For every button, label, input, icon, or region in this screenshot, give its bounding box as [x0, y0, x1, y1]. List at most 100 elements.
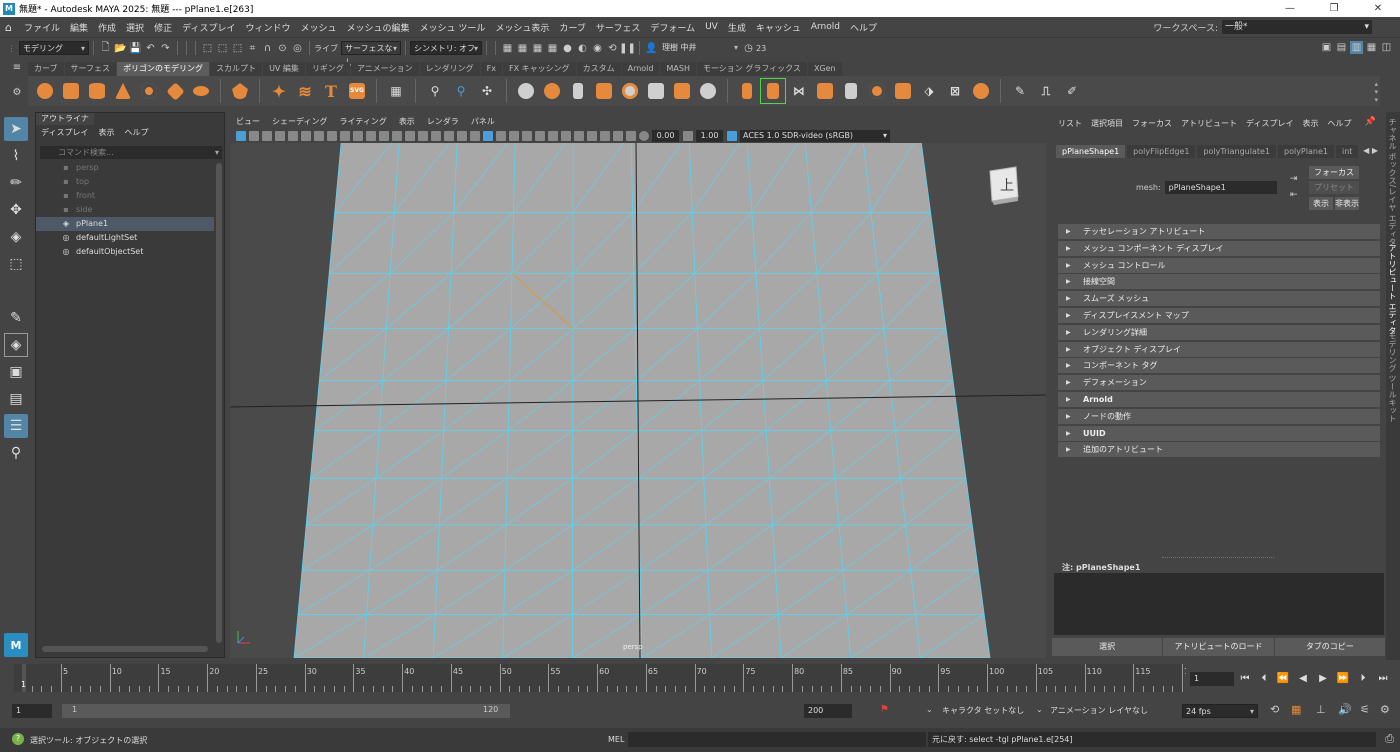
- focus-button[interactable]: フォーカス: [1309, 166, 1359, 179]
- outliner-layout-icon[interactable]: ☰: [4, 414, 28, 438]
- loop-icon[interactable]: ⟲: [1270, 703, 1279, 716]
- frame-all-icon[interactable]: [599, 130, 610, 141]
- mel-language-toggle[interactable]: MEL: [608, 735, 624, 744]
- bevel-icon[interactable]: [760, 78, 786, 104]
- shelf-tab-custom[interactable]: カスタム: [576, 62, 621, 76]
- shelf-tab-animation[interactable]: アニメーション: [350, 62, 419, 76]
- modeling-toolkit-toggle-icon[interactable]: ▣: [1320, 41, 1333, 54]
- ae-menu-selected[interactable]: 選択項目: [1091, 118, 1123, 129]
- viewcube[interactable]: 上: [986, 165, 1022, 205]
- shelf-tab-motion-graphics[interactable]: モーション グラフィックス: [696, 62, 807, 76]
- ae-menu-show[interactable]: 表示: [1302, 118, 1318, 129]
- lasso-tool-icon[interactable]: ⌇: [4, 144, 28, 168]
- open-scene-icon[interactable]: 📂: [114, 42, 127, 55]
- poly-plane-icon[interactable]: [163, 79, 187, 103]
- viewport-menu-view[interactable]: ビュー: [236, 116, 260, 127]
- wireframe-icon[interactable]: [378, 130, 389, 141]
- undo-icon[interactable]: ↶: [144, 42, 157, 55]
- poly-disc-icon[interactable]: [189, 79, 213, 103]
- sweep-mesh-icon[interactable]: ≋: [293, 79, 317, 103]
- ae-section-0[interactable]: テッセレーション アトリビュート: [1058, 224, 1380, 239]
- ae-section-4[interactable]: スムーズ メッシュ: [1058, 291, 1380, 307]
- move-tool-icon[interactable]: ✥: [4, 198, 28, 222]
- paint-weights-icon[interactable]: [969, 79, 993, 103]
- select-tool-icon[interactable]: ➤: [4, 117, 28, 141]
- maximize-icon[interactable]: ❐: [1312, 0, 1356, 17]
- menu-file[interactable]: ファイル: [19, 21, 65, 34]
- render-icon[interactable]: ▦: [501, 42, 514, 55]
- bookmark-icon[interactable]: [248, 130, 259, 141]
- outliner-item-top[interactable]: ▪ top: [36, 175, 214, 189]
- outliner-item-defaultobjectset[interactable]: ◎ defaultObjectSet: [36, 245, 214, 259]
- new-scene-icon[interactable]: 🗋: [99, 42, 112, 55]
- shelf-tab-xgen[interactable]: XGen: [807, 62, 842, 76]
- ipr-render-icon[interactable]: ▦: [531, 42, 544, 55]
- textured-icon[interactable]: [417, 130, 428, 141]
- script-editor-icon[interactable]: ⎙: [1385, 732, 1394, 746]
- poly-cylinder-icon[interactable]: [85, 79, 109, 103]
- mesh-bridge-icon[interactable]: [644, 79, 668, 103]
- outliner-item-side[interactable]: ▪ side: [36, 203, 214, 217]
- viewport-menu-shading[interactable]: シェーディング: [272, 116, 327, 127]
- gamma-icon[interactable]: [682, 130, 693, 141]
- menu-arnold[interactable]: Arnold: [806, 22, 845, 32]
- tab-scroll-arrows-icon[interactable]: ◀ ▶: [1363, 146, 1378, 155]
- hud-icon[interactable]: [586, 130, 597, 141]
- uv-editor-icon[interactable]: ⎍: [1034, 79, 1058, 103]
- exposure-icon[interactable]: [638, 130, 649, 141]
- ae-section-9[interactable]: デフォメーション: [1058, 375, 1380, 391]
- field-chart-icon[interactable]: [326, 130, 337, 141]
- menu-cache[interactable]: キャッシュ: [751, 21, 806, 34]
- play-backwards-icon[interactable]: ◀: [1296, 672, 1310, 686]
- multi-cut-icon[interactable]: [865, 79, 889, 103]
- pplane1-mesh[interactable]: [230, 143, 1046, 658]
- auto-key-icon[interactable]: ⚑: [880, 704, 889, 715]
- grid-layout-icon[interactable]: ▦: [384, 79, 408, 103]
- camera-lock-icon[interactable]: [274, 130, 285, 141]
- time-slider[interactable]: 5 10 15 20 25 30 35 40 45 50 55 60 65 70 75 80 85 90 95 100…: [14, 664, 1194, 692]
- resolution-gate-icon[interactable]: [300, 130, 311, 141]
- mesh-mirror-icon[interactable]: [566, 79, 590, 103]
- mesh-fill-hole-icon[interactable]: [618, 79, 642, 103]
- mesh-extract-icon[interactable]: [670, 79, 694, 103]
- bridge-icon[interactable]: ⋈: [787, 79, 811, 103]
- outliner-vertical-scrollbar[interactable]: [216, 163, 222, 643]
- animation-prefs-icon[interactable]: ⚟: [1360, 703, 1370, 716]
- sound-icon[interactable]: 🔊: [1338, 703, 1352, 716]
- grid-toggle-icon[interactable]: [365, 130, 376, 141]
- platonic-solid-icon[interactable]: [228, 79, 252, 103]
- anim-layer-icon[interactable]: ⌄: [1036, 705, 1043, 714]
- menu-create[interactable]: 作成: [93, 21, 121, 34]
- camera-attributes-icon[interactable]: [235, 130, 246, 141]
- four-view-icon[interactable]: ▣: [4, 360, 28, 384]
- snap-point-icon[interactable]: ⊙: [276, 42, 289, 55]
- render-settings-icon[interactable]: ▦: [546, 42, 559, 55]
- step-back-key-icon[interactable]: ⏪: [1276, 672, 1290, 686]
- ae-menu-help[interactable]: ヘルプ: [1327, 118, 1351, 129]
- menu-uv[interactable]: UV: [700, 22, 723, 32]
- shelf-tab-rigging[interactable]: リギング: [305, 62, 350, 76]
- arnold-render-icon[interactable]: ◉: [591, 42, 604, 55]
- menu-generate[interactable]: 生成: [723, 21, 751, 34]
- hide-button[interactable]: 非表示: [1335, 197, 1359, 210]
- viewport-menu-panels[interactable]: パネル: [471, 116, 495, 127]
- live-surface-field[interactable]: サーフェスなし: [341, 41, 401, 67]
- menu-mesh-tools[interactable]: メッシュ ツール: [415, 21, 491, 34]
- node-input-icon[interactable]: ⇥: [1290, 174, 1298, 184]
- notification-count[interactable]: 23: [756, 44, 766, 53]
- wire-on-shaded-icon[interactable]: [404, 130, 415, 141]
- attribute-editor-toggle-icon[interactable]: ▤: [1335, 41, 1348, 54]
- ae-menu-focus[interactable]: フォーカス: [1132, 118, 1172, 129]
- outliner-item-front[interactable]: ▪ front: [36, 189, 214, 203]
- motion-blur-icon[interactable]: [547, 130, 558, 141]
- menu-display[interactable]: ディスプレイ: [177, 21, 240, 34]
- viewport-canvas[interactable]: [230, 143, 1046, 658]
- viewport-3d[interactable]: 上 persp: [230, 143, 1046, 658]
- start-time-field[interactable]: 1: [12, 704, 52, 718]
- mesh-name-field[interactable]: pPlaneShape1: [1164, 181, 1277, 194]
- ae-menu-list[interactable]: リスト: [1058, 118, 1082, 129]
- shelf-tab-arnold[interactable]: Arnold: [621, 62, 660, 76]
- character-set-dropdown[interactable]: キャラクタ セットなし: [942, 705, 1024, 716]
- preset-button[interactable]: プリセット: [1309, 181, 1359, 194]
- render-view-icon[interactable]: ◐: [576, 42, 589, 55]
